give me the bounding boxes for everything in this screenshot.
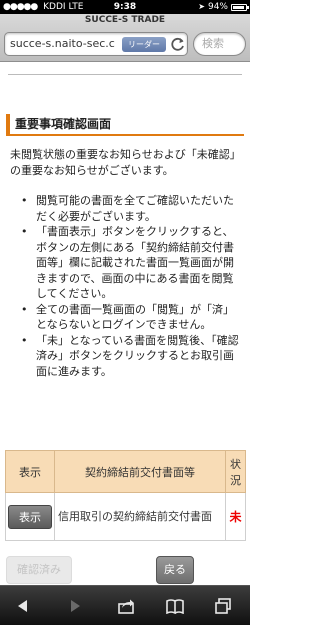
battery-icon	[231, 3, 249, 11]
back-arrow-icon[interactable]	[14, 598, 32, 614]
url-text[interactable]: succe-s.naito-sec.c	[10, 33, 118, 55]
forward-arrow-icon[interactable]	[66, 598, 84, 614]
browser-toolbar: SUCCE-S TRADE succe-s.naito-sec.c リーダー 検…	[0, 14, 250, 62]
page-content: 重要事項確認画面 未閲覧状態の重要なお知らせおよび「未確認」の重要なお知らせがご…	[0, 62, 250, 585]
confirm-button[interactable]: 確認済み	[6, 556, 72, 584]
status-right: ➤ 94%	[198, 0, 249, 14]
battery-percent: 94%	[207, 2, 228, 12]
instruction-list: 閲覧可能の書面を全てご確認いただいただく必要がございます。 「書面表示」ボタンを…	[18, 193, 244, 379]
section-title: 重要事項確認画面	[6, 114, 244, 136]
bookmarks-icon[interactable]	[166, 598, 184, 614]
reload-icon[interactable]	[170, 36, 186, 52]
list-item: 全ての書面一覧画面の「閲覧」が「済」とならないとログインできません。	[18, 302, 244, 333]
back-button[interactable]: 戻る	[156, 556, 194, 584]
table-row: 表示 信用取引の契約締結前交付書面 未	[5, 492, 246, 541]
status-unread: 未	[225, 492, 246, 541]
view-document-button[interactable]: 表示	[7, 504, 52, 529]
search-field[interactable]: 検索	[193, 32, 246, 56]
documents-table: 表示 契約締結前交付書面等 状況 表示 信用取引の契約締結前交付書面 未	[5, 450, 246, 541]
location-icon: ➤	[198, 2, 205, 11]
list-item: 「書面表示」ボタンをクリックすると、ボタンの左側にある「契約締結前交付書面等」欄…	[18, 224, 244, 302]
tabs-icon[interactable]	[214, 598, 232, 614]
status-bar: ●●●●● KDDI LTE 9:38 ➤ 94%	[0, 0, 250, 14]
column-header-status: 状況	[225, 450, 246, 493]
share-icon[interactable]	[117, 598, 135, 614]
divider	[8, 74, 242, 75]
browser-bottom-toolbar	[0, 585, 250, 625]
column-header-document: 契約締結前交付書面等	[53, 450, 227, 493]
document-name: 信用取引の契約締結前交付書面	[53, 492, 227, 541]
page-title: SUCCE-S TRADE	[84, 15, 166, 25]
intro-text: 未閲覧状態の重要なお知らせおよび「未確認」の重要なお知らせがございます。	[10, 148, 241, 177]
list-item: 「未」となっている書面を閲覧後、「確認済み」ボタンをクリックするとお取引画面に進…	[18, 333, 244, 380]
column-header-view: 表示	[5, 450, 55, 493]
list-item: 閲覧可能の書面を全てご確認いただいただく必要がございます。	[18, 193, 244, 224]
view-cell: 表示	[5, 492, 55, 541]
table-header-row: 表示 契約締結前交付書面等 状況	[5, 450, 246, 493]
reader-button[interactable]: リーダー	[122, 37, 166, 52]
address-bar[interactable]: succe-s.naito-sec.c リーダー	[4, 32, 188, 56]
